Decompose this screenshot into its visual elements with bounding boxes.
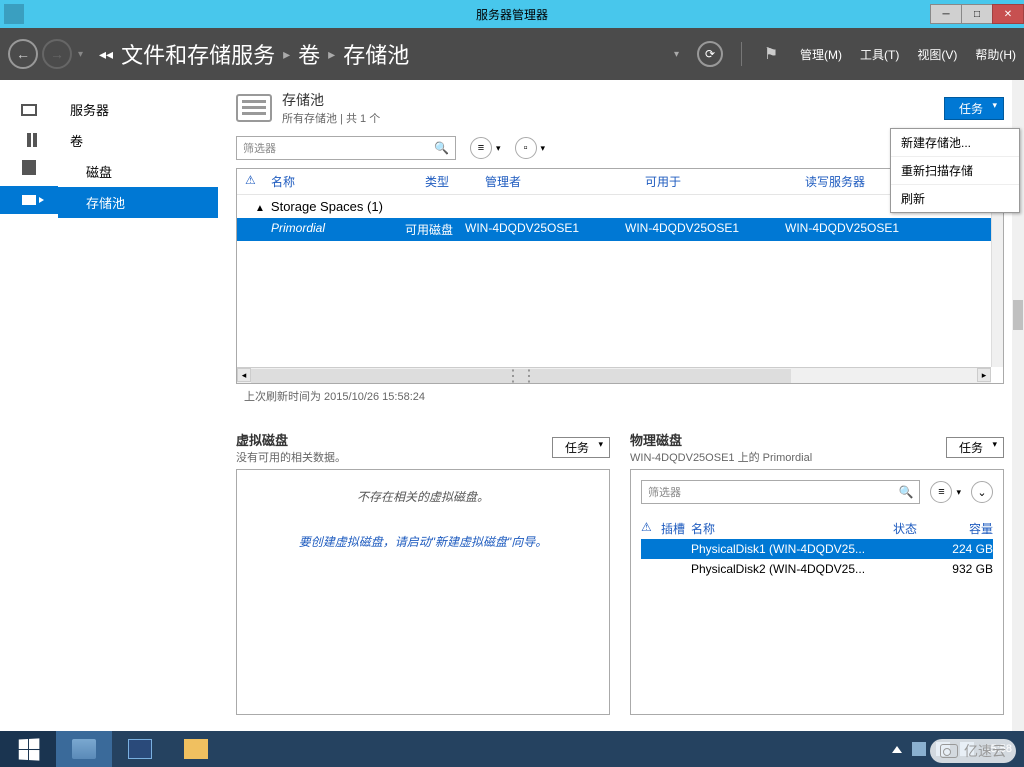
breadcrumb-item-0[interactable]: 文件和存储服务: [121, 38, 275, 70]
physical-disks-panel: 筛选器 🔍 ≡▾ ⌄ ⚠ 插槽 名称 状态 容量: [630, 469, 1004, 715]
dropdown-icon[interactable]: ▾: [78, 49, 83, 60]
back-button[interactable]: ←: [8, 39, 38, 69]
search-icon[interactable]: 🔍: [434, 141, 449, 155]
sidebar-item-disks[interactable]: 磁盘: [58, 156, 218, 187]
breadcrumb-sep-icon: ▸: [328, 46, 335, 63]
app-icon: [4, 4, 24, 24]
close-button[interactable]: ✕: [992, 4, 1024, 24]
scroll-thumb[interactable]: ⋮⋮: [251, 369, 791, 383]
watermark-icon: [940, 744, 958, 758]
taskbar-server-manager[interactable]: [56, 731, 112, 767]
menu-view[interactable]: 视图(V): [917, 46, 957, 63]
start-button[interactable]: [0, 731, 56, 767]
tasks-context-menu: 新建存储池... 重新扫描存储 刷新: [890, 128, 1020, 213]
pd-col-name[interactable]: 名称: [691, 520, 893, 537]
col-manager[interactable]: 管理者: [485, 173, 645, 190]
collapse-icon[interactable]: ▲: [255, 203, 265, 214]
taskbar-explorer[interactable]: [168, 731, 224, 767]
filter-placeholder: 筛选器: [243, 140, 276, 156]
pd-table-header: ⚠ 插槽 名称 状态 容量: [641, 518, 993, 539]
horizontal-scrollbar[interactable]: ◂ ⋮⋮ ▸: [237, 367, 991, 383]
taskbar: 15:58: [0, 731, 1024, 767]
dropdown-icon[interactable]: ▾: [674, 49, 679, 60]
breadcrumb: ◂◂ 文件和存储服务 ▸ 卷 ▸ 存储池: [99, 38, 409, 70]
tray-expand-icon[interactable]: [892, 746, 902, 753]
breadcrumb-sep-icon: ▸: [283, 46, 290, 63]
pool-row-primordial[interactable]: Primordial 可用磁盘 WIN-4DQDV25OSE1 WIN-4DQD…: [237, 218, 1003, 241]
taskbar-powershell[interactable]: [112, 731, 168, 767]
view-options-icon[interactable]: ≡: [930, 481, 952, 503]
ctx-new-storage-pool[interactable]: 新建存储池...: [891, 129, 1019, 157]
ctx-rescan-storage[interactable]: 重新扫描存储: [891, 157, 1019, 185]
view-options-icon[interactable]: ≡: [470, 137, 492, 159]
vd-empty-msg: 不存在相关的虚拟磁盘。: [247, 488, 599, 505]
scroll-left-icon[interactable]: ◂: [237, 368, 251, 382]
forward-button[interactable]: →: [42, 39, 72, 69]
header-bar: ← → ▾ ◂◂ 文件和存储服务 ▸ 卷 ▸ 存储池 ▾ ⟳ ⚑ 管理(M) 工…: [0, 28, 1024, 80]
vd-create-link[interactable]: 要创建虚拟磁盘，请启动"新建虚拟磁盘"向导。: [247, 533, 599, 550]
sidebar-item-storage-pools[interactable]: 存储池: [58, 187, 218, 218]
icon-nav: [0, 80, 58, 731]
pool-subtitle: 所有存储池 | 共 1 个: [282, 110, 380, 126]
scroll-right-icon[interactable]: ▸: [977, 368, 991, 382]
maximize-button[interactable]: □: [961, 4, 993, 24]
separator: [741, 42, 742, 66]
pd-row-0[interactable]: PhysicalDisk1 (WIN-4DQDV25... 224 GB: [641, 539, 993, 559]
pool-tasks-button[interactable]: 任务: [944, 97, 1004, 120]
expand-icon[interactable]: ⌄: [971, 481, 993, 503]
sidebar-item-volumes[interactable]: 卷: [58, 125, 218, 156]
col-available[interactable]: 可用于: [645, 173, 805, 190]
pool-table-header: ⚠ 名称 类型 管理者 可用于 读写服务器: [237, 169, 1003, 195]
col-type[interactable]: 类型: [425, 173, 485, 190]
tray-icon[interactable]: [912, 742, 926, 756]
breadcrumb-item-2[interactable]: 存储池: [343, 38, 409, 70]
group-row[interactable]: ▲Storage Spaces (1): [237, 195, 1003, 218]
flag-icon[interactable]: ⚑: [760, 43, 782, 65]
virtual-disks-subtitle: 没有可用的相关数据。: [236, 449, 346, 465]
pd-col-capacity[interactable]: 容量: [933, 520, 993, 537]
physical-disks-tasks-button[interactable]: 任务: [946, 437, 1004, 458]
pd-filter-input[interactable]: 筛选器 🔍: [641, 480, 920, 504]
virtual-disks-title: 虚拟磁盘: [236, 430, 346, 449]
ctx-refresh[interactable]: 刷新: [891, 185, 1019, 212]
pd-col-slot[interactable]: 插槽: [661, 520, 691, 537]
menu-tools[interactable]: 工具(T): [860, 46, 899, 63]
pool-table-footer: 上次刷新时间为 2015/10/26 15:58:24: [236, 384, 1004, 408]
pool-filter-input[interactable]: 筛选器 🔍: [236, 136, 456, 160]
watermark: 亿速云: [930, 739, 1016, 763]
search-icon[interactable]: 🔍: [899, 485, 914, 499]
pool-title: 存储池: [282, 90, 380, 110]
pd-row-1[interactable]: PhysicalDisk2 (WIN-4DQDV25... 932 GB: [641, 559, 993, 579]
storage-pool-icon: [236, 94, 272, 122]
virtual-disks-panel: 不存在相关的虚拟磁盘。 要创建虚拟磁盘，请启动"新建虚拟磁盘"向导。: [236, 469, 610, 715]
breadcrumb-item-1[interactable]: 卷: [298, 38, 320, 70]
menu-manage[interactable]: 管理(M): [800, 46, 842, 63]
breadcrumb-back-icon[interactable]: ◂◂: [99, 46, 113, 63]
nav-icon-pools[interactable]: [0, 186, 58, 214]
warning-column-icon[interactable]: ⚠: [245, 173, 265, 190]
window-titlebar: 服务器管理器 ─ □ ✕: [0, 0, 1024, 28]
save-view-icon[interactable]: ▫: [515, 137, 537, 159]
scroll-thumb[interactable]: [1013, 300, 1023, 330]
pool-table: ⚠ 名称 类型 管理者 可用于 读写服务器 ▲Storage Spaces (1…: [236, 168, 1004, 384]
warning-column-icon[interactable]: ⚠: [641, 520, 661, 537]
menu-help[interactable]: 帮助(H): [975, 46, 1016, 63]
sidebar: 服务器 卷 磁盘 存储池: [58, 80, 218, 731]
window-title: 服务器管理器: [476, 6, 548, 23]
nav-icon-dashboard[interactable]: [0, 96, 58, 124]
col-name[interactable]: 名称: [265, 173, 425, 190]
sidebar-item-servers[interactable]: 服务器: [58, 94, 218, 125]
nav-icon-volumes[interactable]: [0, 126, 58, 154]
minimize-button[interactable]: ─: [930, 4, 962, 24]
nav-icon-disks[interactable]: [0, 156, 58, 184]
pd-col-status[interactable]: 状态: [893, 520, 933, 537]
physical-disks-title: 物理磁盘: [630, 430, 812, 449]
refresh-icon[interactable]: ⟳: [697, 41, 723, 67]
virtual-disks-tasks-button[interactable]: 任务: [552, 437, 610, 458]
physical-disks-subtitle: WIN-4DQDV25OSE1 上的 Primordial: [630, 449, 812, 465]
